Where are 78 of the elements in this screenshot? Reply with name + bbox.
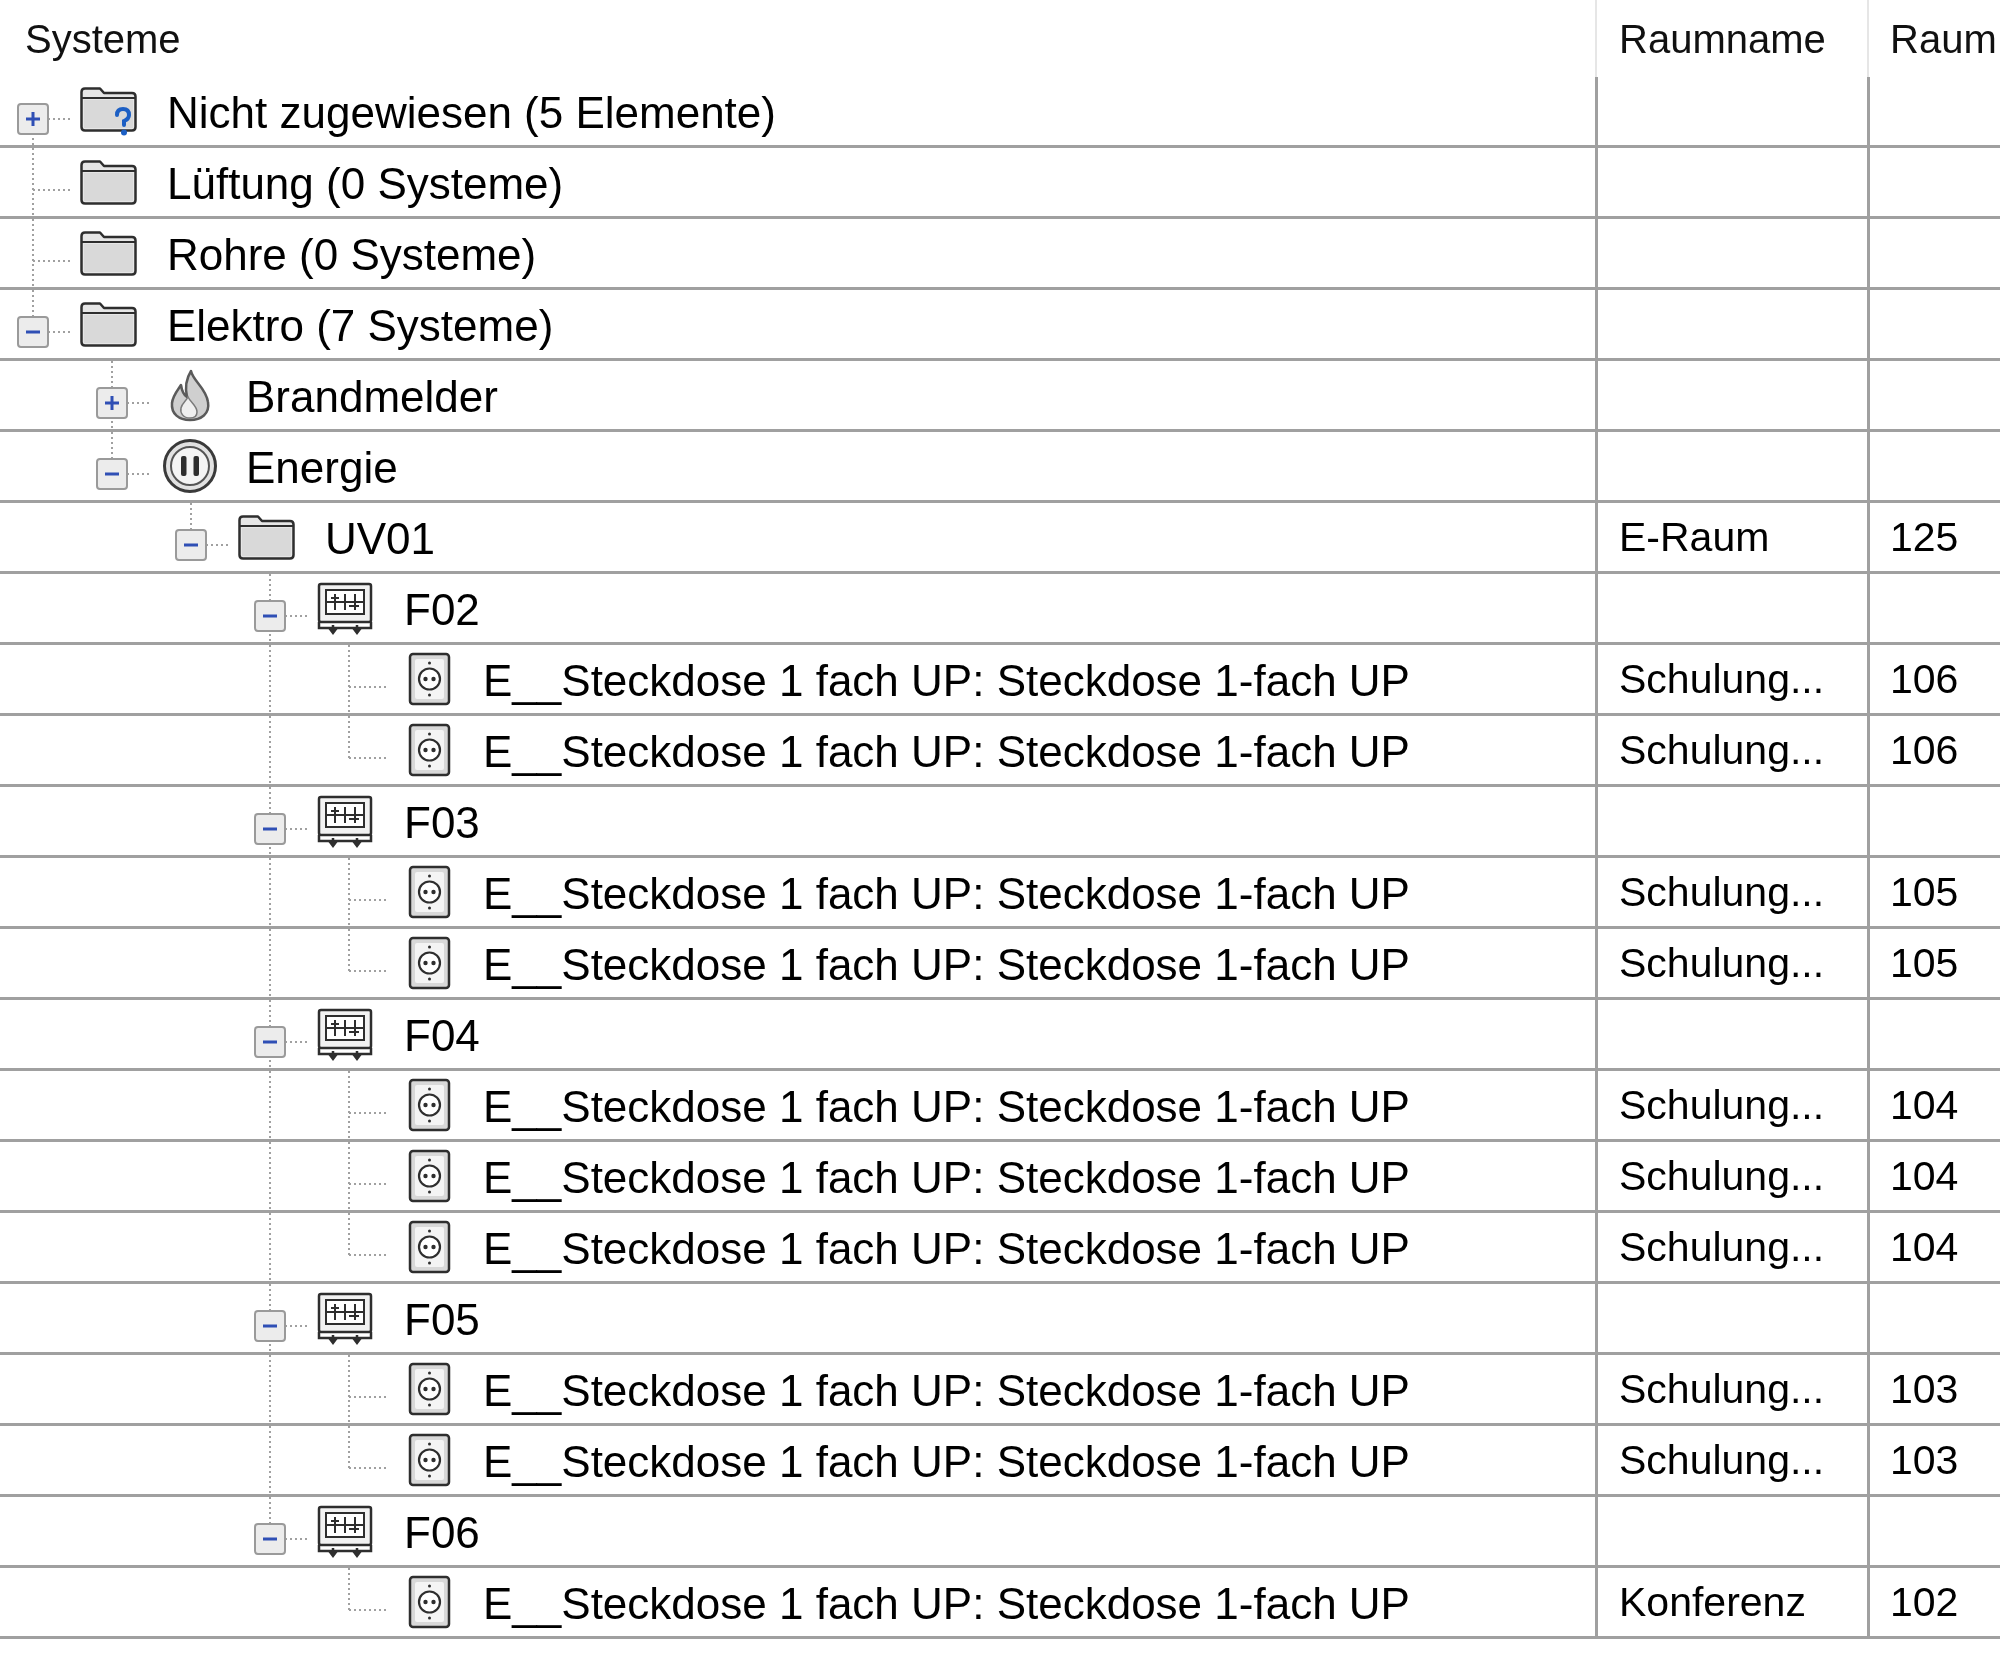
table-cell: 125 bbox=[1890, 516, 1959, 558]
table-cell: 105 bbox=[1890, 871, 1959, 913]
tree-item[interactable]: E__Steckdose 1 fach UP: Steckdose 1-fach UP bbox=[483, 943, 1410, 987]
wall-socket-icon bbox=[408, 1575, 451, 1629]
table-cell: Schulung... bbox=[1619, 1084, 1825, 1126]
tree-item[interactable]: F05 bbox=[404, 1298, 480, 1342]
collapse-icon[interactable] bbox=[254, 600, 286, 632]
tree-item[interactable]: Brandmelder bbox=[246, 375, 498, 419]
tree-item[interactable]: UV01 bbox=[325, 517, 436, 561]
table-cell: Schulung... bbox=[1619, 1155, 1825, 1197]
column-header[interactable]: Systeme bbox=[25, 18, 181, 59]
circuit-panel-icon bbox=[316, 1503, 374, 1559]
tree-item[interactable]: Lüftung (0 Systeme) bbox=[167, 162, 564, 206]
collapse-icon[interactable] bbox=[175, 529, 207, 561]
circuit-panel-icon bbox=[316, 1006, 374, 1062]
table-cell: Schulung... bbox=[1619, 729, 1825, 771]
table-cell: E-Raum bbox=[1619, 516, 1770, 558]
collapse-icon[interactable] bbox=[254, 1026, 286, 1058]
wall-socket-icon bbox=[408, 1433, 451, 1487]
wall-socket-icon bbox=[408, 1078, 451, 1132]
tree-item[interactable]: F03 bbox=[404, 801, 480, 845]
tree-item[interactable]: E__Steckdose 1 fach UP: Steckdose 1-fach UP bbox=[483, 1582, 1410, 1626]
table-cell: 103 bbox=[1890, 1368, 1959, 1410]
tree-item[interactable]: F02 bbox=[404, 588, 480, 632]
wall-socket-icon bbox=[408, 1362, 451, 1416]
tree-item[interactable]: E__Steckdose 1 fach UP: Steckdose 1-fach UP bbox=[483, 1156, 1410, 1200]
table-cell: 104 bbox=[1890, 1155, 1959, 1197]
tree-item[interactable]: E__Steckdose 1 fach UP: Steckdose 1-fach UP bbox=[483, 1369, 1410, 1413]
tree-item[interactable]: E__Steckdose 1 fach UP: Steckdose 1-fach UP bbox=[483, 1085, 1410, 1129]
table-cell: Schulung... bbox=[1619, 942, 1825, 984]
wall-socket-icon bbox=[408, 652, 451, 706]
tree-item[interactable]: E__Steckdose 1 fach UP: Steckdose 1-fach UP bbox=[483, 730, 1410, 774]
folder-icon bbox=[237, 513, 296, 561]
tree-item[interactable]: E__Steckdose 1 fach UP: Steckdose 1-fach UP bbox=[483, 659, 1410, 703]
tree-item[interactable]: F04 bbox=[404, 1014, 480, 1058]
tree-item[interactable]: E__Steckdose 1 fach UP: Steckdose 1-fach UP bbox=[483, 872, 1410, 916]
collapse-icon[interactable] bbox=[254, 813, 286, 845]
folder-icon bbox=[79, 158, 138, 206]
tree-item[interactable]: F06 bbox=[404, 1511, 480, 1555]
wall-socket-icon bbox=[408, 723, 451, 777]
column-header[interactable]: Raumname bbox=[1619, 18, 1826, 59]
circuit-panel-icon bbox=[316, 1290, 374, 1346]
table-cell: 104 bbox=[1890, 1084, 1959, 1126]
wall-socket-icon bbox=[408, 936, 451, 990]
table-cell: 106 bbox=[1890, 729, 1959, 771]
circuit-panel-icon bbox=[316, 793, 374, 849]
table-cell: Konferenz bbox=[1619, 1581, 1806, 1623]
folder-question-icon bbox=[79, 85, 138, 137]
wall-socket-icon bbox=[408, 1220, 451, 1274]
folder-icon bbox=[79, 300, 138, 348]
collapse-icon[interactable] bbox=[96, 458, 128, 490]
table-cell: Schulung... bbox=[1619, 1368, 1825, 1410]
table-cell: 106 bbox=[1890, 658, 1959, 700]
table-cell: Schulung... bbox=[1619, 658, 1825, 700]
collapse-icon[interactable] bbox=[254, 1523, 286, 1555]
folder-icon bbox=[79, 229, 138, 277]
table-cell: Schulung... bbox=[1619, 1439, 1825, 1481]
expand-icon[interactable] bbox=[17, 103, 49, 135]
table-cell: 104 bbox=[1890, 1226, 1959, 1268]
tree-item[interactable]: Energie bbox=[246, 446, 398, 490]
expand-icon[interactable] bbox=[96, 387, 128, 419]
round-socket-icon bbox=[162, 438, 218, 494]
table-cell: 102 bbox=[1890, 1581, 1959, 1623]
tree-item[interactable]: Rohre (0 Systeme) bbox=[167, 233, 537, 277]
circuit-panel-icon bbox=[316, 580, 374, 636]
table-cell: 105 bbox=[1890, 942, 1959, 984]
table-cell: Schulung... bbox=[1619, 871, 1825, 913]
wall-socket-icon bbox=[408, 1149, 451, 1203]
table-cell: 103 bbox=[1890, 1439, 1959, 1481]
column-header[interactable]: Raum bbox=[1890, 18, 1997, 59]
table-cell: Schulung... bbox=[1619, 1226, 1825, 1268]
collapse-icon[interactable] bbox=[254, 1310, 286, 1342]
wall-socket-icon bbox=[408, 865, 451, 919]
tree-item[interactable]: Nicht zugewiesen (5 Elemente) bbox=[167, 91, 776, 135]
collapse-icon[interactable] bbox=[17, 316, 49, 348]
tree-item[interactable]: Elektro (7 Systeme) bbox=[167, 304, 554, 348]
tree-item[interactable]: E__Steckdose 1 fach UP: Steckdose 1-fach UP bbox=[483, 1440, 1410, 1484]
tree-item[interactable]: E__Steckdose 1 fach UP: Steckdose 1-fach UP bbox=[483, 1227, 1410, 1271]
